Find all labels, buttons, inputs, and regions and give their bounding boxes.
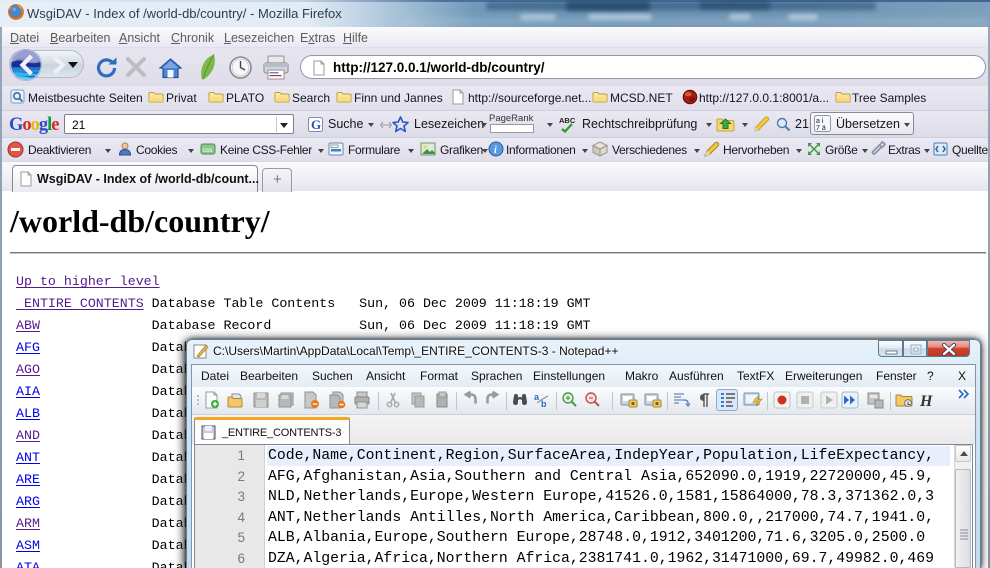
svg-text:G: G bbox=[311, 117, 321, 132]
svg-text:a i: a i bbox=[816, 118, 824, 125]
svg-text:b: b bbox=[541, 399, 547, 409]
svg-text:i: i bbox=[494, 145, 497, 156]
svg-text:7 ä: 7 ä bbox=[816, 125, 826, 132]
svg-text:H: H bbox=[919, 393, 933, 409]
svg-text:ABC: ABC bbox=[559, 116, 576, 125]
svg-text:css: css bbox=[203, 147, 214, 154]
svg-text:a: a bbox=[534, 392, 540, 402]
